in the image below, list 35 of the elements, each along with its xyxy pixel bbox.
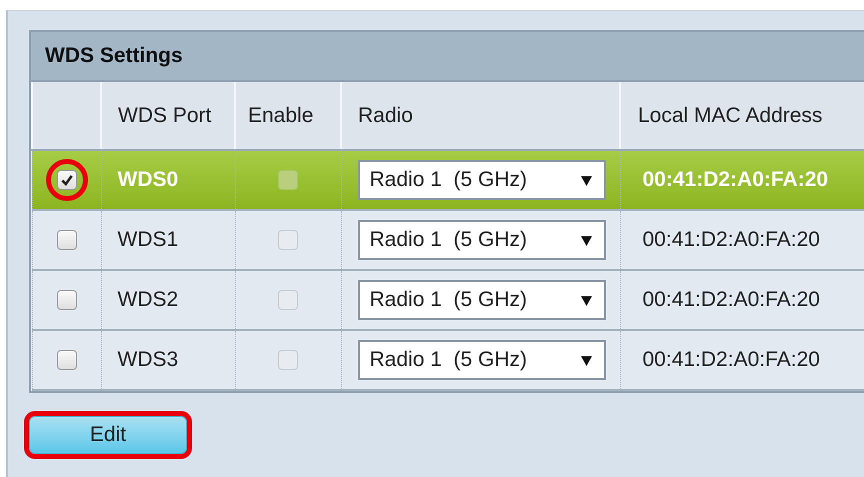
enable-checkbox[interactable] [278,350,298,370]
row-checkbox[interactable] [56,170,76,190]
enable-checkbox[interactable] [278,290,298,310]
table-row[interactable]: WDS0 Radio 1 (5 GHz) 00:41:D2:A0:FA:20 [32,150,864,210]
table-cell: WDS3 [101,330,235,390]
table-cell: 00:41:D2:A0:FA:20 [620,330,864,390]
column-header: Local MAC Address [620,82,864,150]
radio-dropdown[interactable]: Radio 1 (5 GHz) [358,340,606,380]
column-header: Radio [341,82,620,150]
table-row[interactable]: WDS2 Radio 1 (5 GHz) 00:41:D2:A0:FA:20 [32,270,864,330]
table-cell: WDS0 [101,150,235,210]
row-checkbox[interactable] [56,350,76,370]
caret-icon [580,174,592,186]
enable-checkbox[interactable] [278,170,298,190]
table-cell: 00:41:D2:A0:FA:20 [620,270,864,330]
table-cell: WDS1 [101,210,235,270]
table-row[interactable]: WDS3 Radio 1 (5 GHz) 00:41:D2:A0:FA:20 [32,330,864,390]
caret-icon [580,234,592,246]
enable-checkbox[interactable] [278,230,298,250]
radio-dropdown[interactable]: Radio 1 (5 GHz) [358,280,606,320]
row-checkbox[interactable] [56,290,76,310]
table-cell: 00:41:D2:A0:FA:20 [620,210,864,270]
check-icon [60,173,74,187]
caret-icon [580,294,592,306]
row-checkbox[interactable] [56,230,76,250]
panel-title: WDS Settings [45,44,183,68]
column-header: WDS Port [101,82,235,150]
table-cell: 00:41:D2:A0:FA:20 [620,150,864,210]
radio-dropdown[interactable]: Radio 1 (5 GHz) [358,220,606,260]
radio-dropdown[interactable]: Radio 1 (5 GHz) [358,160,606,200]
caret-icon [580,354,592,366]
table-cell: WDS2 [101,270,235,330]
table-row[interactable]: WDS1 Radio 1 (5 GHz) 00:41:D2:A0:FA:20 [32,210,864,270]
column-header [32,82,101,150]
column-header: Enable [235,82,341,150]
